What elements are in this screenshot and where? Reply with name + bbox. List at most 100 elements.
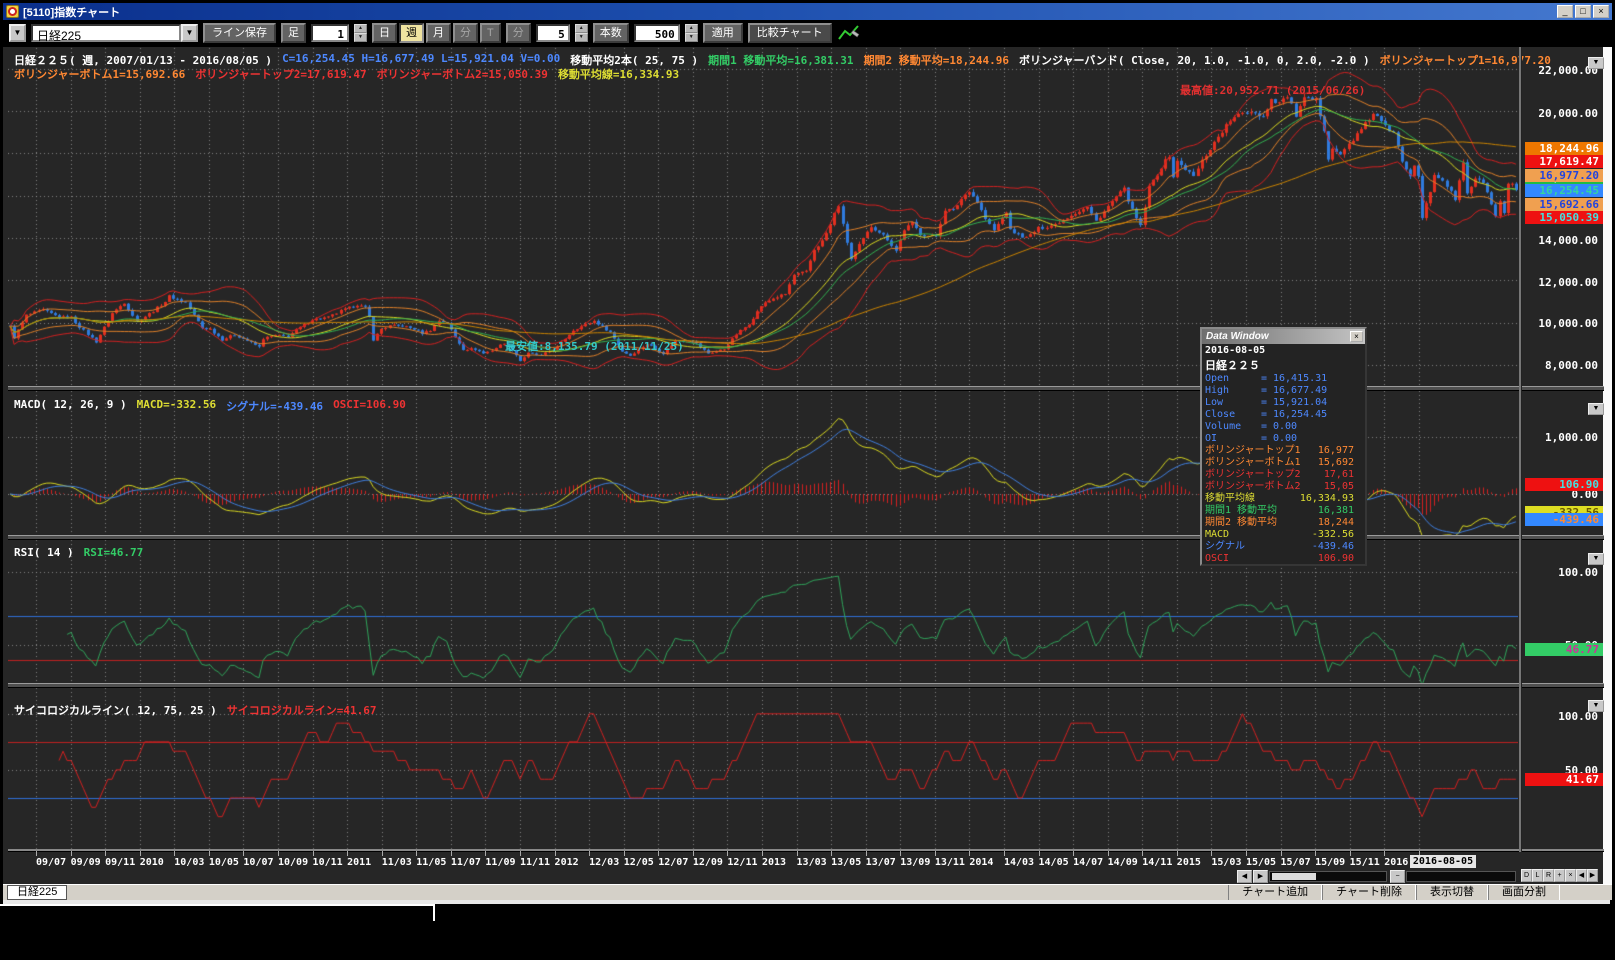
scrollbar-track-2[interactable] xyxy=(1406,871,1516,882)
x-axis-tick-mark xyxy=(174,851,175,856)
ashi-spinner[interactable]: ▲▼ xyxy=(354,24,367,42)
nav-button-×[interactable]: × xyxy=(1565,869,1576,882)
x-axis-label: 15/03 xyxy=(1211,857,1241,868)
header-segment: ボリンジャーバンド( Close, 20, 1.0, -1.0, 0, 2.0,… xyxy=(1019,52,1370,68)
close-icon[interactable]: × xyxy=(1350,331,1363,342)
data-window-row: ボリンジャーボトム215,05 xyxy=(1202,481,1365,493)
ashi-count-input[interactable]: 1 xyxy=(311,24,349,42)
price-label-badge: 17,619.47 xyxy=(1525,155,1603,168)
x-axis-label: 10/03 xyxy=(174,857,204,868)
symbol-input[interactable]: 日経225 xyxy=(31,24,181,42)
x-axis-label: 2011 xyxy=(347,857,371,868)
header-segment: 移動平均線=16,334.93 xyxy=(558,66,679,82)
price-label-badge: 18,244.96 xyxy=(1525,142,1603,155)
chart-tab[interactable]: 日経225 xyxy=(7,885,67,900)
x-axis-label: 11/03 xyxy=(382,857,412,868)
status-bar: 日経225 チャート追加チャート削除表示切替画面分割 xyxy=(3,884,1612,900)
right-empty-strip xyxy=(1603,47,1612,884)
period-button-分[interactable]: 分 xyxy=(453,23,478,43)
x-axis-tick-mark xyxy=(727,851,728,856)
scrollbar-thumb[interactable] xyxy=(1272,873,1316,880)
panel-scroll-down-icon[interactable]: ▼ xyxy=(1588,403,1604,415)
panel-separator[interactable] xyxy=(8,683,1604,688)
statusbar-buttons: チャート追加チャート削除表示切替画面分割 xyxy=(1228,885,1560,900)
x-axis-tick-mark xyxy=(71,851,72,856)
header-segment: RSI( 14 ) xyxy=(14,546,74,559)
x-axis-label: 12/05 xyxy=(624,857,654,868)
x-axis-tick-mark xyxy=(831,851,832,856)
maximize-icon[interactable]: □ xyxy=(1575,5,1591,18)
x-axis-label: 15/09 xyxy=(1315,857,1345,868)
statusbar-button[interactable]: チャート削除 xyxy=(1322,885,1416,900)
trendline-draw-icon[interactable] xyxy=(837,23,861,43)
x-axis-label: 14/11 xyxy=(1142,857,1172,868)
symbol-combo[interactable]: 日経225 ▼ xyxy=(31,24,198,42)
compare-chart-button[interactable]: 比較チャート xyxy=(748,23,832,43)
minimize-icon[interactable]: _ xyxy=(1557,5,1573,18)
data-window-row: ボリンジャーボトム115,692 xyxy=(1202,457,1365,469)
scroll-right-button[interactable]: ▶ xyxy=(1253,870,1268,883)
nav-button-◀[interactable]: ◀ xyxy=(1576,869,1587,882)
price-label-badge: -439.46 xyxy=(1525,513,1603,526)
data-window-row: 期間2 移動平均18,244 xyxy=(1202,517,1365,529)
apply-button[interactable]: 適用 xyxy=(703,23,743,43)
x-axis-label: 12/11 xyxy=(727,857,757,868)
period-button-T[interactable]: T xyxy=(480,23,501,43)
panel-scroll-down-icon[interactable]: ▼ xyxy=(1588,57,1604,69)
bar-count-input[interactable]: 500 xyxy=(634,24,680,42)
x-axis-tick-mark xyxy=(1177,851,1178,856)
line-save-button[interactable]: ライン保存 xyxy=(203,23,276,43)
x-axis-label: 10/09 xyxy=(278,857,308,868)
data-window-titlebar[interactable]: Data Window × xyxy=(1202,329,1365,344)
statusbar-button[interactable]: 表示切替 xyxy=(1416,885,1488,900)
x-axis-label: 13/03 xyxy=(797,857,827,868)
data-window-symbol: 日経２２５ xyxy=(1202,356,1365,373)
symbol-history-dropdown[interactable]: ▼ xyxy=(9,24,26,42)
statusbar-button[interactable]: 画面分割 xyxy=(1488,885,1560,900)
period-button-週[interactable]: 週 xyxy=(399,23,424,43)
header-segment: 期間2 移動平均=18,244.96 xyxy=(864,52,1009,68)
data-window-rows: Open=16,415.31High=16,677.49Low=15,921.0… xyxy=(1202,373,1365,566)
minute-input[interactable]: 5 xyxy=(536,24,570,42)
data-window-row: Low=15,921.04 xyxy=(1202,397,1365,409)
x-axis-label: 2015 xyxy=(1177,857,1201,868)
bar-count-spinner[interactable]: ▲▼ xyxy=(685,24,698,42)
nav-button-D[interactable]: D xyxy=(1521,869,1532,882)
x-axis-tick-mark xyxy=(1384,851,1385,856)
x-axis: 2016-08-05 09/0709/0909/11201010/0310/05… xyxy=(8,851,1518,869)
bar-count-label: 本数 xyxy=(593,23,629,43)
header-segment: ボリンジャーボトム1=15,692.66 xyxy=(14,66,185,82)
y-axis-tick: 100.00 xyxy=(1558,566,1598,579)
nav-button-▶[interactable]: ▶ xyxy=(1587,869,1598,882)
x-axis-label: 11/07 xyxy=(451,857,481,868)
close-icon[interactable]: × xyxy=(1593,5,1609,18)
panel-scroll-down-icon[interactable]: ▼ xyxy=(1588,553,1604,565)
price-label-badge: 46.77 xyxy=(1525,643,1603,656)
panel-scroll-down-icon[interactable]: ▼ xyxy=(1588,700,1604,712)
zoom-out-button[interactable]: − xyxy=(1390,870,1405,883)
period-button-月[interactable]: 月 xyxy=(426,23,451,43)
minute-spinner[interactable]: ▲▼ xyxy=(575,24,588,42)
nav-button-+[interactable]: + xyxy=(1554,869,1565,882)
x-axis-tick-mark xyxy=(555,851,556,856)
chevron-down-icon[interactable]: ▼ xyxy=(181,24,198,42)
x-axis-label: 2013 xyxy=(762,857,786,868)
x-axis-tick-mark xyxy=(1142,851,1143,856)
x-axis-tick-mark xyxy=(485,851,486,856)
x-axis-tick-mark xyxy=(416,851,417,856)
price-label-badge: 15,050.39 xyxy=(1525,211,1603,224)
scrollbar-track[interactable] xyxy=(1269,871,1387,882)
x-axis-tick-mark xyxy=(1350,851,1351,856)
data-window-row: Open=16,415.31 xyxy=(1202,373,1365,385)
x-axis-label: 2010 xyxy=(140,857,164,868)
period-button-日[interactable]: 日 xyxy=(372,23,397,43)
data-window-row: ボリンジャートップ217,61 xyxy=(1202,469,1365,481)
statusbar-button[interactable]: チャート追加 xyxy=(1228,885,1322,900)
scroll-left-button[interactable]: ◀ xyxy=(1237,870,1252,883)
nav-button-R[interactable]: R xyxy=(1543,869,1554,882)
x-axis-tick-mark xyxy=(382,851,383,856)
nav-button-L[interactable]: L xyxy=(1532,869,1543,882)
x-axis-tick-mark xyxy=(866,851,867,856)
header-segment: 期間1 移動平均=16,381.31 xyxy=(708,52,853,68)
app-icon xyxy=(6,5,19,18)
